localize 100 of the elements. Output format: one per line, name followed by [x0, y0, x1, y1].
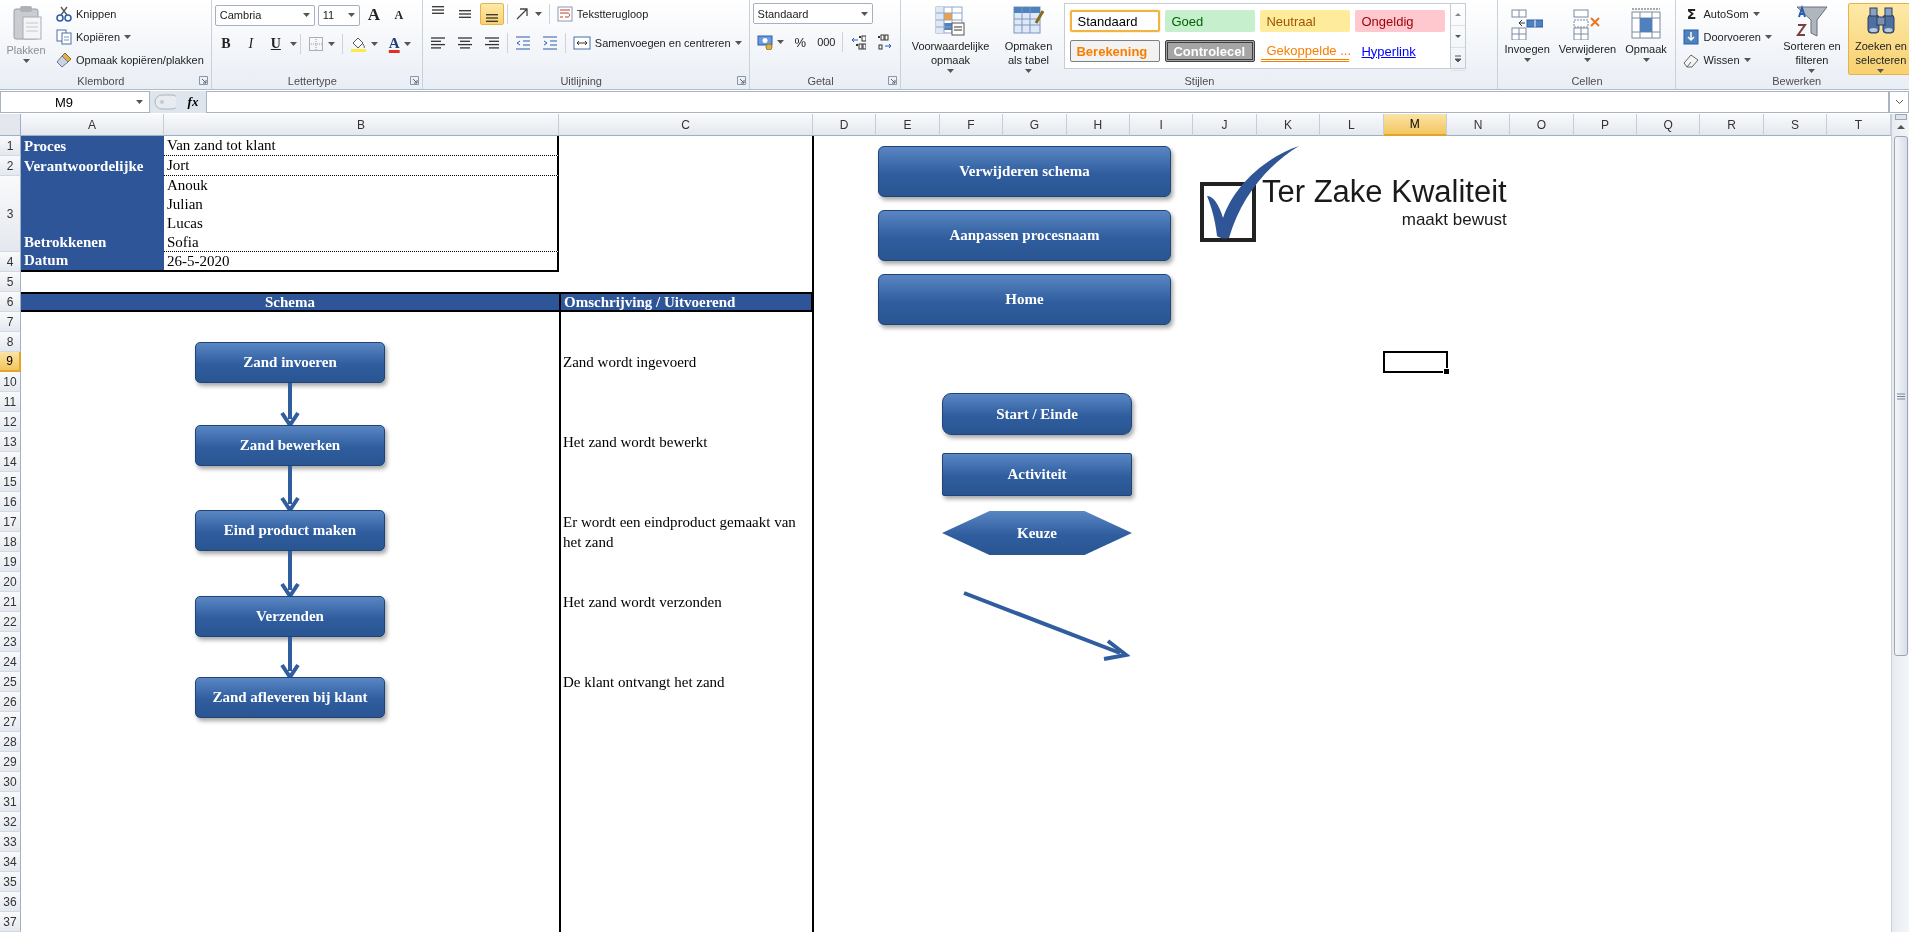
row-header[interactable]: 37 [0, 912, 21, 932]
macro-button[interactable]: Home [878, 274, 1171, 325]
format-button[interactable]: Opmaak [1622, 3, 1670, 64]
copy-button[interactable]: Kopiëren [52, 26, 208, 47]
column-header[interactable]: S [1763, 114, 1828, 136]
dialog-launcher-icon[interactable] [888, 76, 898, 85]
column-header[interactable]: M [1383, 114, 1447, 136]
column-header[interactable]: F [939, 114, 1004, 136]
column-header[interactable]: T [1827, 114, 1891, 136]
row-header[interactable]: 6 [0, 292, 21, 312]
row-header[interactable]: 35 [0, 872, 21, 892]
row-header[interactable]: 25 [0, 672, 21, 692]
row-header[interactable]: 15 [0, 472, 21, 492]
row-header[interactable]: 33 [0, 832, 21, 852]
column-header[interactable]: L [1320, 114, 1384, 136]
row-header[interactable]: 27 [0, 712, 21, 732]
cut-button[interactable]: Knippen [52, 3, 208, 24]
row-header[interactable]: 11 [0, 392, 21, 412]
row-header[interactable]: 28 [0, 732, 21, 752]
number-format-dropdown[interactable]: Standaard [752, 3, 873, 24]
row-header[interactable]: 17 [0, 512, 21, 532]
grow-font-button[interactable]: A [362, 3, 385, 27]
row-header[interactable]: 2 [0, 156, 21, 176]
column-header[interactable]: N [1446, 114, 1511, 136]
insert-function-button[interactable]: fx [180, 91, 206, 113]
cell-cursor[interactable] [1382, 351, 1448, 373]
autosum-button[interactable]: Σ AutoSom [1679, 3, 1776, 24]
row-header[interactable]: 32 [0, 812, 21, 832]
cell-style-option[interactable]: Goed [1165, 10, 1256, 32]
thousands-button[interactable]: 000 [813, 34, 840, 50]
row-header[interactable]: 23 [0, 632, 21, 652]
row-header[interactable]: 30 [0, 772, 21, 792]
row-header[interactable]: 3 [0, 176, 21, 252]
column-header[interactable]: O [1510, 114, 1574, 136]
row-header[interactable]: 34 [0, 852, 21, 872]
column-header[interactable]: P [1573, 114, 1638, 136]
font-color-button[interactable]: A [384, 33, 415, 54]
macro-button[interactable]: Aanpassen procesnaam [878, 210, 1171, 261]
name-box[interactable]: M9 [0, 91, 150, 113]
dialog-launcher-icon[interactable] [409, 76, 419, 85]
column-header[interactable]: I [1129, 114, 1194, 136]
dialog-launcher-icon[interactable] [736, 76, 746, 85]
row-header[interactable]: 24 [0, 652, 21, 672]
row-header[interactable]: 29 [0, 752, 21, 772]
row-header[interactable]: 4 [0, 252, 21, 272]
wrap-text-button[interactable]: Tekstterugloop [552, 4, 653, 24]
row-header[interactable]: 21 [0, 592, 21, 612]
row-header[interactable]: 8 [0, 332, 21, 352]
row-header[interactable]: 18 [0, 532, 21, 552]
row-header[interactable]: 1 [0, 136, 21, 156]
row-header[interactable]: 19 [0, 552, 21, 572]
cell-style-option[interactable]: Hyperlink [1355, 40, 1446, 62]
fill-button[interactable]: Doorvoeren [1679, 26, 1776, 47]
clear-button[interactable]: Wissen [1679, 49, 1776, 70]
cell-style-option[interactable]: Standaard [1070, 10, 1161, 32]
find-select-button[interactable]: Zoeken en selecteren [1847, 3, 1909, 75]
column-header[interactable]: G [1003, 114, 1067, 136]
column-header[interactable]: Q [1637, 114, 1701, 136]
cell-style-option[interactable]: Neutraal [1260, 10, 1351, 32]
column-header[interactable]: K [1256, 114, 1321, 136]
column-header[interactable]: J [1193, 114, 1257, 136]
percent-button[interactable]: % [790, 32, 811, 52]
row-header[interactable]: 14 [0, 452, 21, 472]
column-header[interactable]: R [1700, 114, 1764, 136]
underline-button[interactable]: U [264, 33, 287, 54]
shrink-font-button[interactable]: A [387, 5, 410, 25]
vertical-align-button[interactable] [479, 3, 504, 25]
vertical-scrollbar[interactable] [1891, 114, 1909, 932]
column-header[interactable]: C [559, 114, 813, 136]
insert-button[interactable]: Invoegen [1501, 3, 1553, 64]
conditional-formatting-button[interactable]: Voorwaardelijke opmaak [904, 3, 997, 75]
sort-filter-button[interactable]: Sorteren en filteren [1778, 3, 1845, 75]
row-header[interactable]: 20 [0, 572, 21, 592]
macro-button[interactable]: Verwijderen schema [878, 146, 1171, 197]
font-name-dropdown[interactable]: Cambria [214, 4, 315, 26]
row-header[interactable]: 7 [0, 312, 21, 332]
delete-button[interactable]: Verwijderen [1555, 3, 1620, 64]
format-painter-button[interactable]: Opmaak kopiëren/plakken [52, 49, 208, 70]
scrollbar-thumb[interactable] [1893, 136, 1908, 656]
row-header[interactable]: 12 [0, 412, 21, 432]
column-header[interactable]: D [813, 114, 877, 136]
column-header[interactable]: A [21, 114, 164, 136]
italic-button[interactable]: I [239, 33, 262, 54]
row-header[interactable]: 5 [0, 272, 21, 292]
row-header[interactable]: 16 [0, 492, 21, 512]
row-header[interactable]: 13 [0, 432, 21, 452]
format-as-table-button[interactable]: Opmaken als tabel [999, 3, 1058, 75]
row-header[interactable]: 36 [0, 892, 21, 912]
column-header[interactable]: E [876, 114, 940, 136]
formula-input[interactable] [206, 91, 1889, 113]
bold-button[interactable]: B [214, 33, 237, 54]
split-handle-icon[interactable] [1894, 114, 1907, 120]
column-header[interactable]: B [164, 114, 559, 136]
row-header[interactable]: 26 [0, 692, 21, 712]
dialog-launcher-icon[interactable] [198, 76, 208, 85]
row-header[interactable]: 22 [0, 612, 21, 632]
font-size-dropdown[interactable]: 11 [317, 4, 360, 26]
cell-style-option[interactable]: Ongeldig [1355, 10, 1446, 32]
row-header[interactable]: 10 [0, 372, 21, 392]
merge-center-button[interactable]: Samenvoegen en centreren [568, 33, 746, 53]
